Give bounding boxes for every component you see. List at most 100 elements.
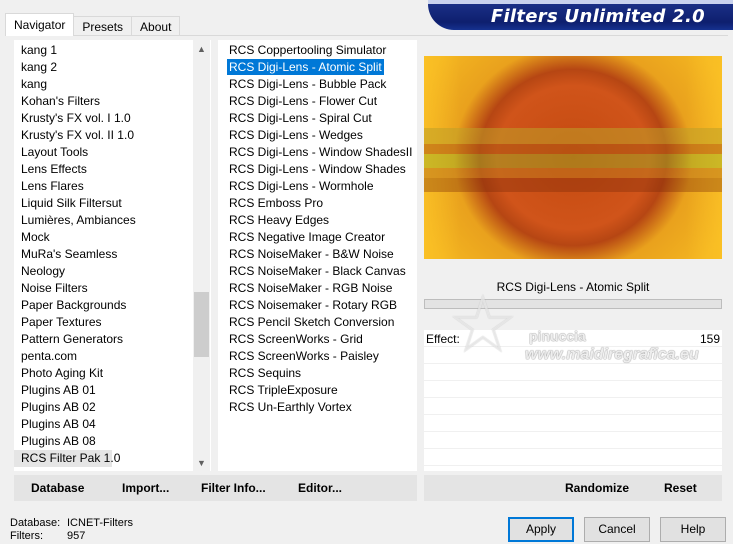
category-item[interactable]: kang (14, 76, 211, 93)
filter-item-label: RCS Coppertooling Simulator (229, 43, 387, 57)
category-item[interactable]: Neology (14, 263, 211, 280)
category-item[interactable]: Lumières, Ambiances (14, 212, 211, 229)
tab-presets[interactable]: Presets (73, 16, 133, 36)
progress-bar (424, 299, 722, 309)
editor-button[interactable]: Editor... (298, 481, 342, 495)
filter-item-label: RCS Heavy Edges (229, 213, 330, 227)
filter-item[interactable]: RCS Emboss Pro (218, 195, 417, 212)
filter-item[interactable]: RCS Sequins (218, 365, 417, 382)
preview-button-bar: Randomize Reset (424, 475, 722, 501)
filter-item[interactable]: RCS ScreenWorks - Grid (218, 331, 417, 348)
filter-item[interactable]: RCS NoiseMaker - RGB Noise (218, 280, 417, 297)
filter-item[interactable]: RCS Digi-Lens - Bubble Pack (218, 76, 417, 93)
reset-button[interactable]: Reset (664, 481, 697, 495)
category-item[interactable]: kang 1 (14, 42, 211, 59)
filter-item-label: RCS Digi-Lens - Window ShadesII (229, 145, 413, 159)
parameter-grid[interactable]: Effect: 159 (424, 330, 722, 471)
filter-list[interactable]: RCS Coppertooling Simulator RCS Digi-Lens… (218, 40, 417, 471)
category-item[interactable]: Krusty's FX vol. I 1.0 (14, 110, 211, 127)
category-item[interactable]: Plugins AB 02 (14, 399, 211, 416)
category-item[interactable]: Layout Tools (14, 144, 211, 161)
filter-item-label: RCS Digi-Lens - Wedges (229, 128, 363, 142)
filter-item-label: RCS ScreenWorks - Grid (229, 332, 363, 346)
filter-item[interactable]: RCS NoiseMaker - B&W Noise (218, 246, 417, 263)
filters-count-value: 957 (67, 530, 86, 542)
filter-item-label: RCS NoiseMaker - RGB Noise (229, 281, 393, 295)
category-item[interactable]: Pattern Generators (14, 331, 211, 348)
filter-item[interactable]: RCS Digi-Lens - Wedges (218, 127, 417, 144)
tab-navigator[interactable]: Navigator (5, 13, 75, 36)
param-row[interactable]: Effect: 159 (424, 330, 722, 347)
filter-item-label: RCS Negative Image Creator (229, 230, 386, 244)
category-item[interactable]: Liquid Silk Filtersut (14, 195, 211, 212)
param-row-empty (424, 415, 722, 432)
param-row-empty (424, 347, 722, 364)
category-item[interactable]: Paper Textures (14, 314, 211, 331)
filter-item[interactable]: RCS Digi-Lens - Window ShadesII (218, 144, 417, 161)
filter-item-label: RCS ScreenWorks - Paisley (229, 349, 379, 363)
filter-item-label: RCS Noisemaker - Rotary RGB (229, 298, 398, 312)
preview-image (424, 56, 722, 259)
filter-item[interactable]: RCS Digi-Lens - Wormhole (218, 178, 417, 195)
help-button[interactable]: Help (660, 517, 726, 542)
filter-item[interactable]: RCS Heavy Edges (218, 212, 417, 229)
filter-item-label: RCS Digi-Lens - Bubble Pack (229, 77, 387, 91)
filter-item[interactable]: RCS Digi-Lens - Window Shades (218, 161, 417, 178)
filter-item-label: RCS Pencil Sketch Conversion (229, 315, 395, 329)
filter-item[interactable]: RCS Digi-Lens - Flower Cut (218, 93, 417, 110)
import-button[interactable]: Import... (122, 481, 169, 495)
filter-item[interactable]: RCS Negative Image Creator (218, 229, 417, 246)
database-label: Database: (10, 517, 61, 529)
filter-item[interactable]: RCS Noisemaker - Rotary RGB (218, 297, 417, 314)
category-item[interactable]: penta.com (14, 348, 211, 365)
category-item[interactable]: Kohan's Filters (14, 93, 211, 110)
filter-item[interactable]: RCS NoiseMaker - Black Canvas (218, 263, 417, 280)
filter-item[interactable]: RCS ScreenWorks - Paisley (218, 348, 417, 365)
category-item[interactable]: Mock (14, 229, 211, 246)
title-banner: Filters Unlimited 2.0 (428, 0, 733, 30)
param-label: Effect: (426, 332, 460, 346)
cancel-button[interactable]: Cancel (584, 517, 650, 542)
filter-item[interactable]: RCS Digi-Lens - Atomic Split (218, 59, 417, 76)
banner-title: Filters Unlimited 2.0 (490, 6, 705, 27)
category-item[interactable]: Krusty's FX vol. II 1.0 (14, 127, 211, 144)
filter-item[interactable]: RCS Un-Earthly Vortex (218, 399, 417, 416)
category-item[interactable]: Noise Filters (14, 280, 211, 297)
filter-item-label: RCS Digi-Lens - Wormhole (229, 179, 374, 193)
filter-item-label: RCS NoiseMaker - Black Canvas (229, 264, 406, 278)
randomize-button[interactable]: Randomize (565, 481, 629, 495)
filter-item[interactable]: RCS Digi-Lens - Spiral Cut (218, 110, 417, 127)
filter-info-button[interactable]: Filter Info... (201, 481, 266, 495)
param-row-empty (424, 449, 722, 466)
apply-button[interactable]: Apply (508, 517, 574, 542)
tab-strip: Navigator Presets About (5, 13, 181, 36)
category-item[interactable]: Lens Flares (14, 178, 211, 195)
tab-about[interactable]: About (131, 16, 181, 36)
param-row-empty (424, 364, 722, 381)
scroll-thumb[interactable] (194, 292, 209, 357)
database-button[interactable]: Database (31, 481, 84, 495)
category-item[interactable]: Plugins AB 04 (14, 416, 211, 433)
category-item[interactable]: Lens Effects (14, 161, 211, 178)
filter-item[interactable]: RCS Coppertooling Simulator (218, 42, 417, 59)
category-item[interactable]: Plugins AB 01 (14, 382, 211, 399)
filter-item-label: RCS Emboss Pro (229, 196, 324, 210)
category-item[interactable]: Photo Aging Kit (14, 365, 211, 382)
tab-divider (5, 35, 728, 36)
category-list[interactable]: kang 1 kang 2 kang Kohan's Filters Krusty's … (14, 40, 211, 471)
scroll-up-icon[interactable]: ▲ (193, 40, 210, 57)
filter-item[interactable]: RCS Pencil Sketch Conversion (218, 314, 417, 331)
category-item[interactable]: Plugins AB 08 (14, 433, 211, 450)
category-item[interactable]: Paper Backgrounds (14, 297, 211, 314)
param-value[interactable]: 159 (700, 332, 720, 346)
category-item[interactable]: MuRa's Seamless (14, 246, 211, 263)
filter-item-label: RCS TripleExposure (229, 383, 338, 397)
filter-item-label: RCS Digi-Lens - Atomic Split (227, 59, 384, 75)
category-scrollbar[interactable]: ▲ ▼ (193, 40, 210, 471)
database-value: ICNET-Filters (67, 517, 133, 529)
category-item[interactable]: RCS Filter Pak 1.0 (14, 450, 120, 467)
param-row-empty (424, 381, 722, 398)
filter-item[interactable]: RCS TripleExposure (218, 382, 417, 399)
category-item[interactable]: kang 2 (14, 59, 211, 76)
scroll-down-icon[interactable]: ▼ (193, 454, 210, 471)
